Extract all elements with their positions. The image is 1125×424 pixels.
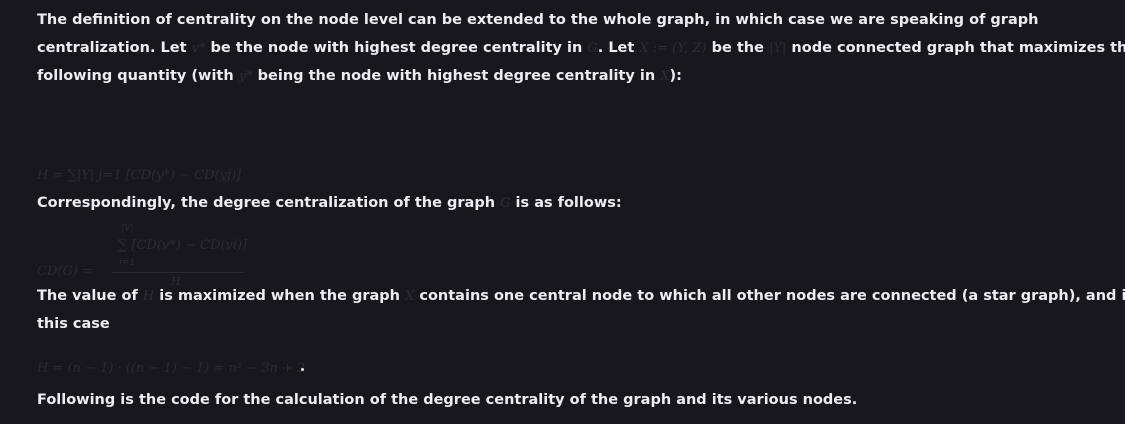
text-segment: contains one central node to which all o… bbox=[419, 288, 1125, 304]
paragraph-3-line-1: The value of H is maximized when the gra… bbox=[37, 288, 1125, 304]
paragraph-4: Following is the code for the calculatio… bbox=[37, 392, 858, 408]
math-inline-h: H bbox=[142, 289, 155, 304]
paragraph-2: Correspondingly, the degree centralizati… bbox=[37, 195, 622, 211]
math-inline-abs-y: |Y| bbox=[769, 41, 787, 56]
text-segment: is maximized when the graph bbox=[159, 288, 400, 304]
text-segment: following quantity (with bbox=[37, 68, 234, 84]
formula-cd-numerator: ∑ [CD(v*) − CD(vi)] bbox=[118, 238, 248, 253]
paragraph-3-line-2: this case bbox=[37, 316, 110, 332]
text-segment: . Let bbox=[597, 40, 635, 56]
math-inline-xyz: X := (Y, Z) bbox=[639, 41, 707, 56]
period-dot bbox=[301, 368, 304, 371]
text-segment: The value of bbox=[37, 288, 138, 304]
math-inline-ystar: y* bbox=[238, 69, 253, 84]
paragraph-1-line-3: following quantity (with y* being the no… bbox=[37, 68, 682, 84]
text-segment: is as follows: bbox=[515, 195, 622, 211]
math-inline-x: X bbox=[405, 289, 415, 304]
formula-cd-sum-bottom: i=1 bbox=[119, 258, 136, 268]
text-segment: centralization. Let bbox=[37, 40, 187, 56]
text-segment: be the node with highest degree centrali… bbox=[210, 40, 583, 56]
formula-cd-fraction-bar bbox=[112, 272, 244, 273]
formula-star-graph: H = (n − 1) · ((n − 1) − 1) = n² − 3n + … bbox=[37, 361, 306, 376]
paragraph-1-line-1: The definition of centrality on the node… bbox=[37, 12, 1039, 28]
text-segment: Correspondingly, the degree centralizati… bbox=[37, 195, 496, 211]
formula-cd-sum-top: |V| bbox=[121, 224, 134, 234]
formula-cd-denominator: H bbox=[171, 275, 181, 288]
text-segment: ): bbox=[669, 68, 682, 84]
formula-h: H = ∑|Y| j=1 [CD(y*) − CD(yj)] bbox=[37, 168, 242, 183]
text-segment: being the node with highest degree centr… bbox=[257, 68, 656, 84]
math-inline-g: G bbox=[500, 196, 511, 211]
math-inline-g: G bbox=[587, 41, 598, 56]
math-inline-vstar: v* bbox=[191, 41, 206, 56]
paragraph-1-line-2: centralization. Let v* be the node with … bbox=[37, 40, 1125, 56]
text-segment: be the bbox=[711, 40, 764, 56]
formula-cd-lhs: CD(G) = bbox=[37, 264, 93, 279]
text-segment: node connected graph that maximizes the bbox=[791, 40, 1125, 56]
